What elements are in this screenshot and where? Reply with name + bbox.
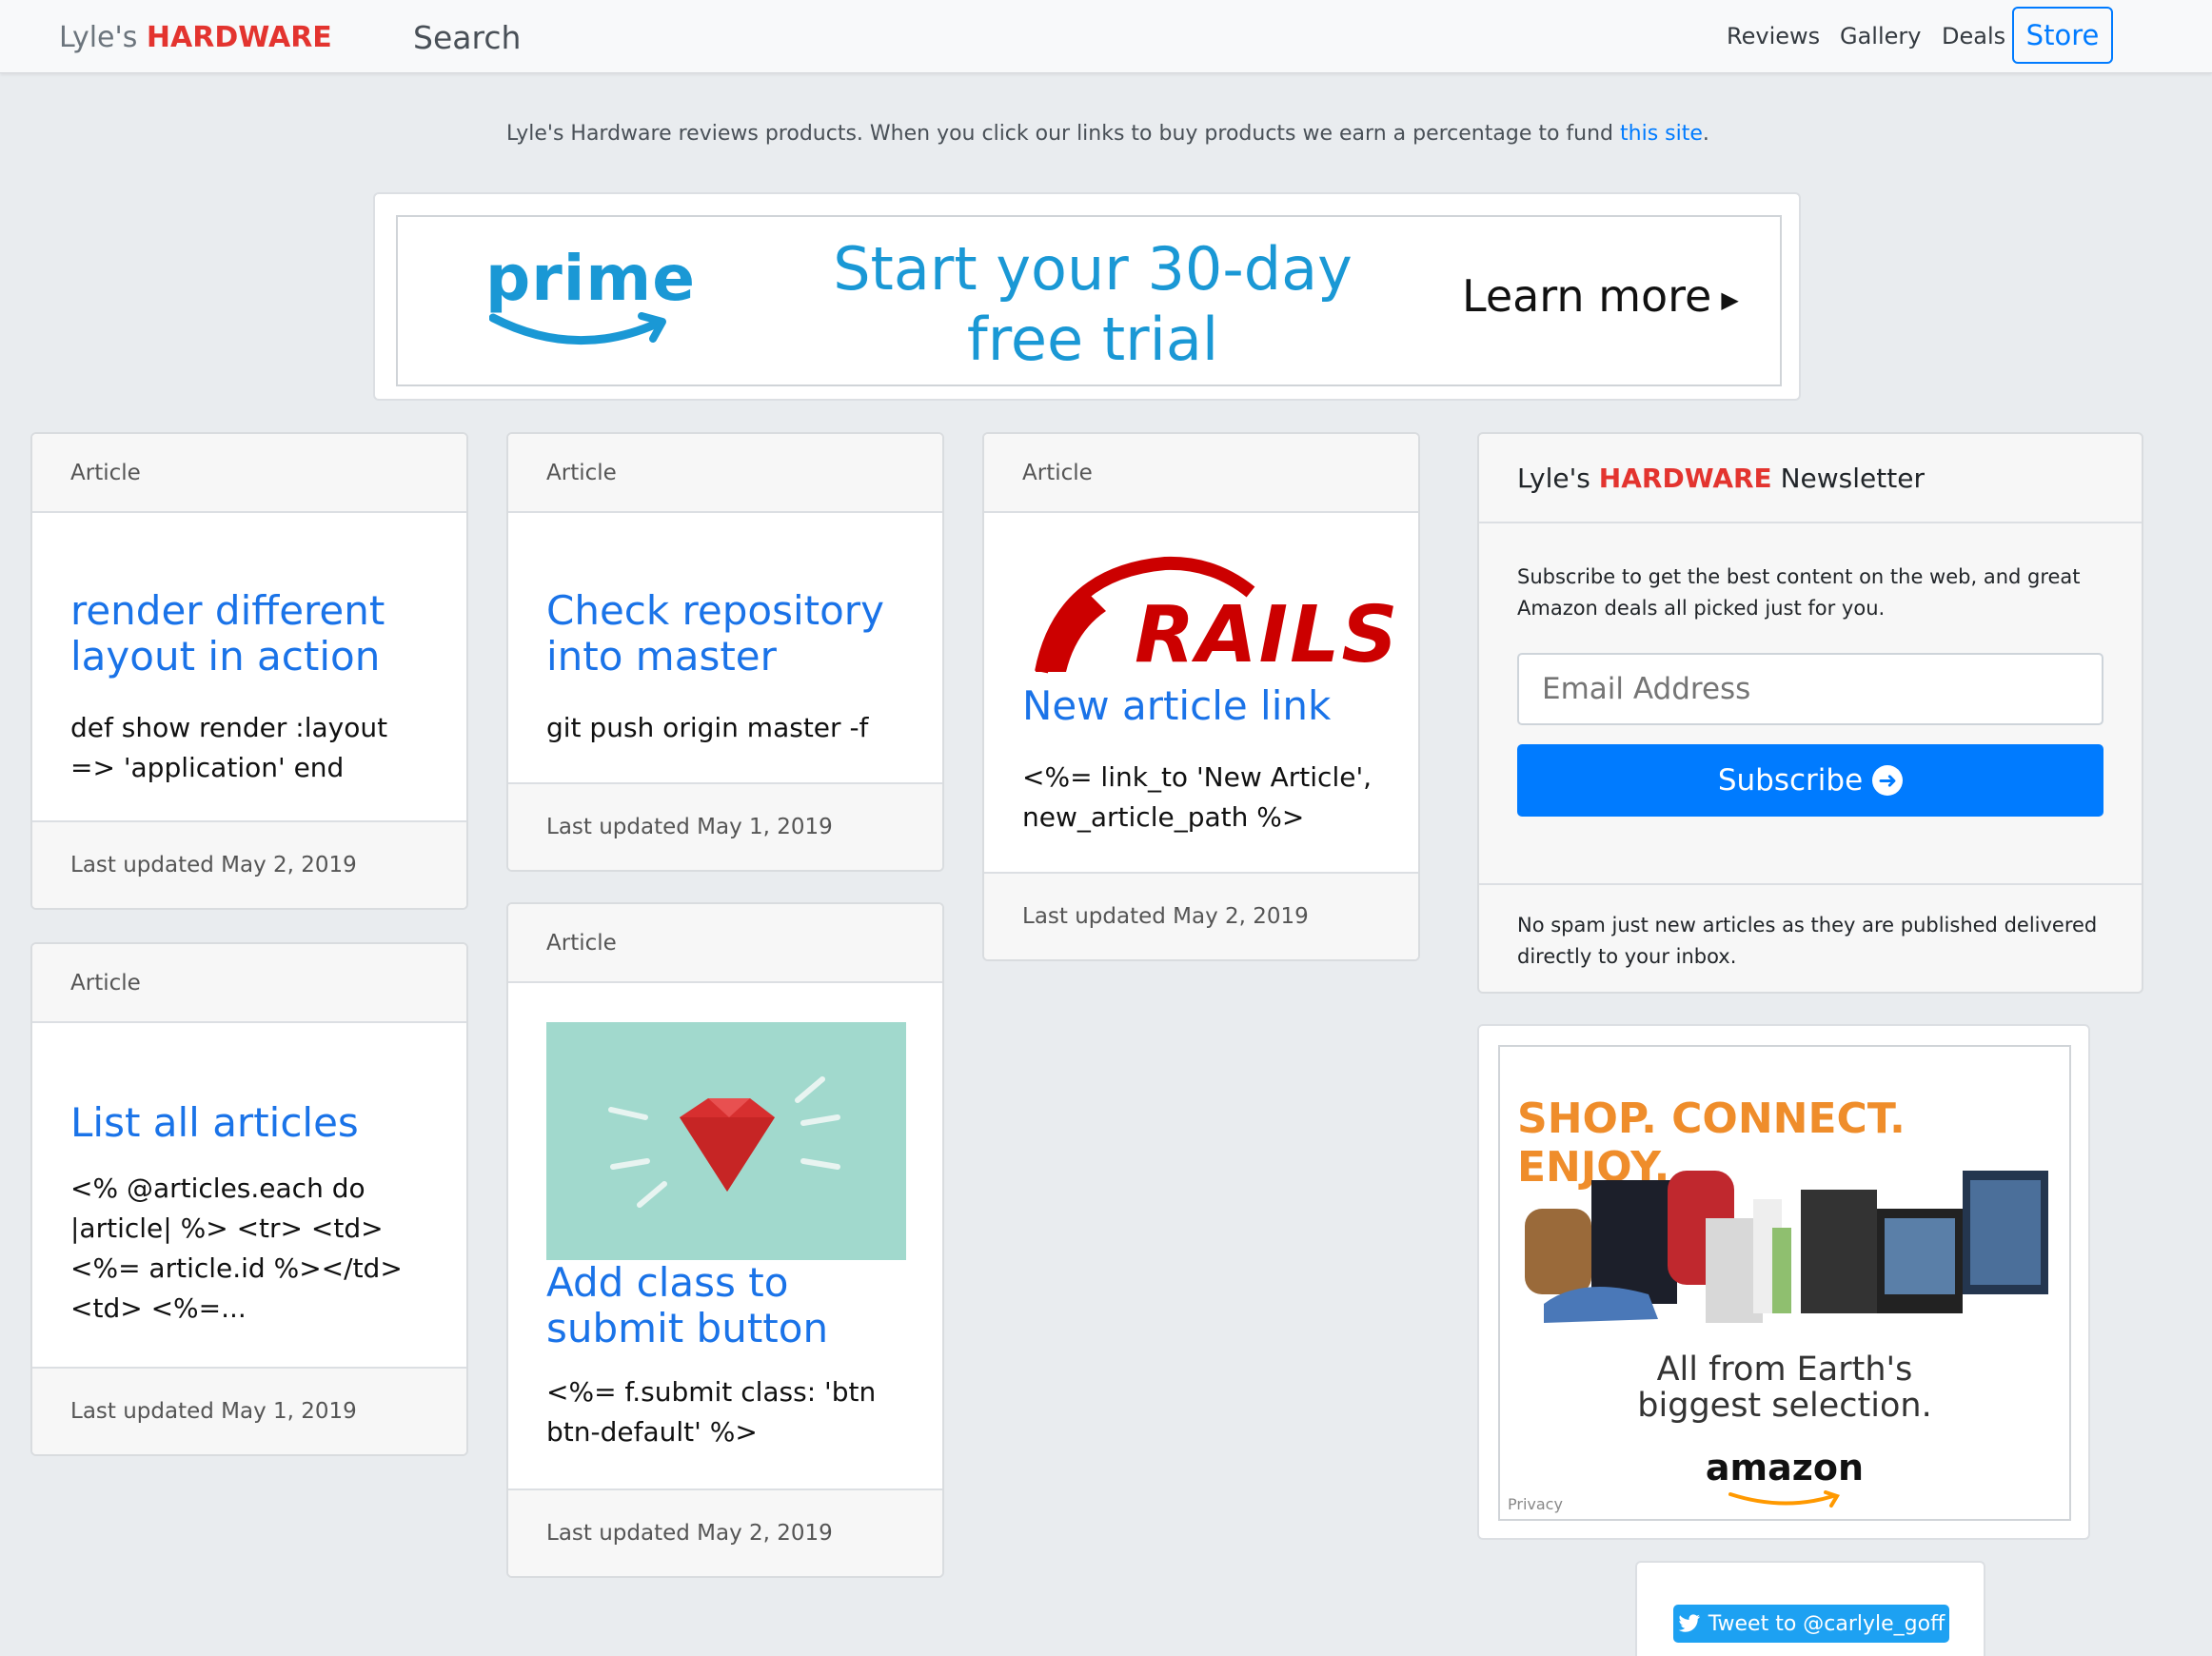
article-excerpt: <% @articles.each do |article| %> <tr> <… — [70, 1173, 403, 1324]
article-card: Article RAILS New article link <%= link_… — [982, 432, 1420, 961]
search-link[interactable]: Search — [413, 19, 521, 56]
top-navbar: Lyle's HARDWARE Search Reviews Gallery D… — [0, 0, 2212, 73]
learn-more-link[interactable]: Learn more ▶ — [1462, 270, 1739, 322]
brand-logo[interactable]: Lyle's HARDWARE — [59, 21, 332, 54]
article-title-link[interactable]: New article link — [1022, 683, 1390, 729]
newsletter-body: Subscribe to get the best content on the… — [1479, 523, 2142, 885]
newsletter-description: Subscribe to get the best content on the… — [1517, 565, 2081, 620]
article-title-link[interactable]: Add class to submit button — [546, 1260, 914, 1351]
nav-deals[interactable]: Deals — [1942, 23, 2005, 49]
amazon-smile-icon — [1728, 1490, 1840, 1508]
ruby-gem-image — [546, 1022, 906, 1260]
nav-gallery[interactable]: Gallery — [1840, 23, 1921, 49]
newsletter-card: Lyle's HARDWARE Newsletter Subscribe to … — [1477, 432, 2143, 994]
subscribe-button[interactable]: Subscribe ➜ — [1517, 744, 2103, 817]
ad-tagline-line1: All from Earth's — [1656, 1350, 1913, 1389]
newsletter-title-strong: HARDWARE — [1598, 463, 1772, 494]
card-footer: Last updated May 1, 2019 — [508, 782, 942, 870]
card-footer: Last updated May 1, 2019 — [32, 1367, 466, 1454]
disclosure-end: . — [1702, 122, 1709, 146]
brand-prefix: Lyle's — [59, 21, 147, 54]
products-collage-image — [1525, 1171, 2048, 1323]
trial-line1: Start your 30-day — [833, 234, 1353, 304]
newsletter-title-suffix: Newsletter — [1771, 463, 1925, 494]
learn-more-label: Learn more — [1462, 270, 1712, 322]
article-card: Article List all articles <% @articles.e… — [30, 942, 468, 1456]
prime-logo: prime — [485, 242, 696, 315]
store-button[interactable]: Store — [2012, 7, 2113, 64]
card-footer: Last updated May 2, 2019 — [508, 1488, 942, 1576]
article-card: Article Add class to submit button <%= f… — [506, 902, 944, 1578]
card-footer: Last updated May 2, 2019 — [984, 872, 1418, 959]
card-header: Article — [984, 434, 1418, 513]
twitter-bird-icon — [1678, 1614, 1700, 1632]
amazon-logo: amazon — [1705, 1447, 1865, 1488]
tweet-card: Tweet to @carlyle_goff — [1635, 1561, 1985, 1656]
article-title-link[interactable]: Check repository into master — [546, 588, 914, 680]
trial-headline: Start your 30-day free trial — [807, 234, 1378, 375]
play-triangle-icon: ▶ — [1721, 286, 1739, 313]
arrow-circle-right-icon: ➜ — [1872, 765, 1904, 796]
nav-reviews[interactable]: Reviews — [1727, 23, 1820, 49]
newsletter-title-prefix: Lyle's — [1517, 463, 1599, 494]
article-excerpt: git push origin master -f — [546, 712, 869, 743]
rails-logo: RAILS — [1022, 554, 1397, 681]
this-site-link[interactable]: this site — [1620, 122, 1703, 146]
article-excerpt: <%= link_to 'New Article', new_article_p… — [1022, 761, 1373, 833]
article-card: Article render different layout in actio… — [30, 432, 468, 910]
article-excerpt: def show render :layout => 'application'… — [70, 712, 388, 783]
card-header: Article — [32, 434, 466, 513]
privacy-link[interactable]: Privacy — [1508, 1495, 1563, 1513]
prime-banner[interactable]: prime Start your 30-day free trial Learn … — [396, 215, 1782, 386]
tweet-label: Tweet to @carlyle_goff — [1708, 1611, 1945, 1636]
ad-tagline: All from Earth's biggest selection. — [1500, 1351, 2069, 1424]
newsletter-title: Lyle's HARDWARE Newsletter — [1479, 434, 2142, 523]
brand-strong: HARDWARE — [146, 21, 332, 54]
ad-tagline-line2: biggest selection. — [1637, 1387, 1932, 1425]
amazon-ad-banner[interactable]: SHOP. CONNECT. ENJOY. All from Earth's bi… — [1498, 1045, 2071, 1521]
article-title-link[interactable]: List all articles — [70, 1100, 438, 1146]
card-header: Article — [32, 944, 466, 1023]
card-footer: Last updated May 2, 2019 — [32, 820, 466, 908]
prime-banner-ad: prime Start your 30-day free trial Learn … — [373, 192, 1801, 401]
tweet-button[interactable]: Tweet to @carlyle_goff — [1673, 1605, 1949, 1643]
article-card: Article Check repository into master git… — [506, 432, 944, 872]
disclosure-text: Lyle's Hardware reviews products. When y… — [506, 122, 1621, 146]
rails-wordmark: RAILS — [1135, 590, 1400, 680]
card-header: Article — [508, 434, 942, 513]
affiliate-disclosure: Lyle's Hardware reviews products. When y… — [506, 122, 1744, 146]
subscribe-label: Subscribe — [1717, 763, 1864, 798]
email-field[interactable] — [1517, 653, 2103, 725]
amazon-smile-icon — [489, 312, 666, 345]
card-header: Article — [508, 904, 942, 983]
article-excerpt: <%= f.submit class: 'btn btn-default' %> — [546, 1376, 877, 1448]
trial-line2: free trial — [966, 305, 1219, 374]
amazon-ad: SHOP. CONNECT. ENJOY. All from Earth's bi… — [1477, 1024, 2090, 1540]
article-title-link[interactable]: render different layout in action — [70, 588, 438, 680]
newsletter-footer: No spam just new articles as they are pu… — [1479, 883, 2142, 992]
